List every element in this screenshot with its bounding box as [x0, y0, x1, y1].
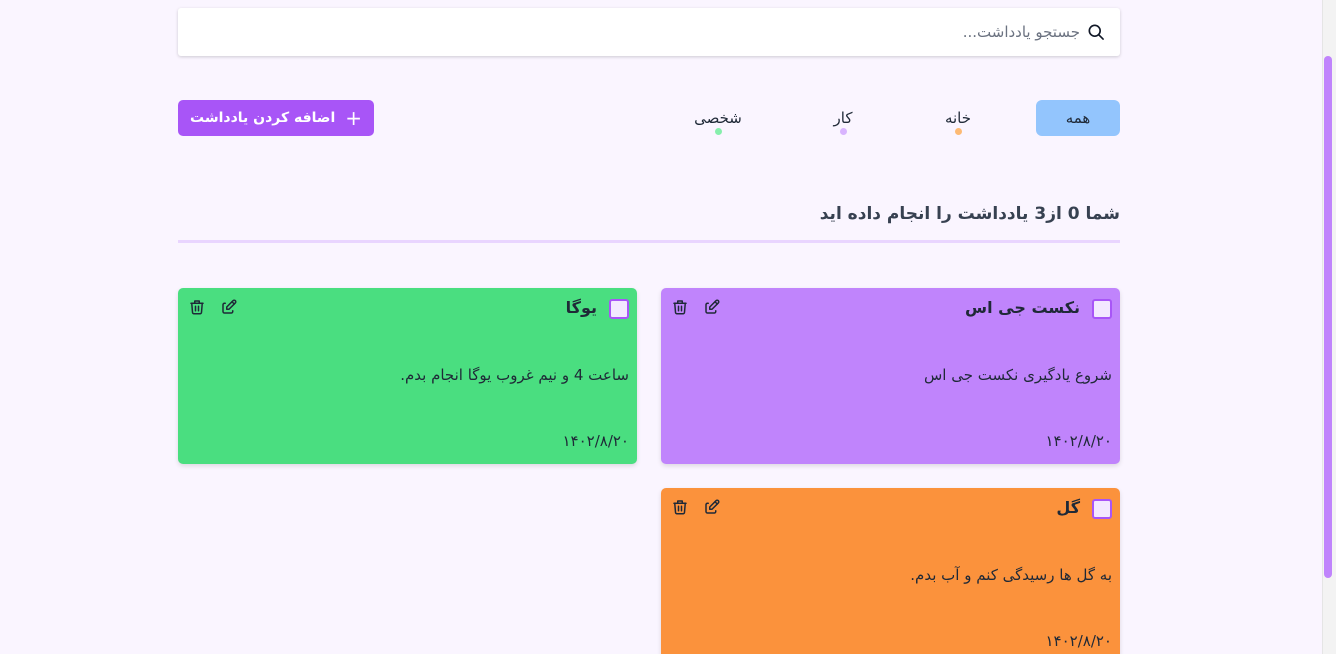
search-icon[interactable]	[1086, 22, 1106, 42]
trash-icon[interactable]	[188, 298, 206, 316]
add-note-button[interactable]: + اضافه کردن یادداشت	[178, 100, 374, 136]
filter-tab-personal-label: شخصی	[694, 109, 742, 127]
filter-tab-work-label: کار	[833, 109, 853, 127]
edit-icon[interactable]	[703, 298, 721, 316]
divider	[178, 240, 1120, 243]
note-title: نکست جی اس	[965, 298, 1080, 317]
work-category-dot	[840, 128, 847, 135]
edit-icon[interactable]	[703, 498, 721, 516]
filter-tab-all-label: همه	[1065, 109, 1091, 127]
edit-icon[interactable]	[220, 298, 238, 316]
search-bar	[178, 8, 1120, 56]
filter-tab-work[interactable]: کار	[818, 100, 868, 136]
note-actions	[671, 498, 721, 516]
note-title: یوگا	[565, 298, 597, 317]
note-card: یوگا ساعت 4 و نیم غروب یوگا انجام بدم. ۱…	[178, 288, 637, 464]
note-body: به گل ها رسیدگی کنم و آب بدم.	[910, 566, 1112, 584]
note-complete-checkbox[interactable]	[1092, 499, 1112, 519]
trash-icon[interactable]	[671, 298, 689, 316]
search-input[interactable]	[178, 22, 1082, 42]
filter-tab-all[interactable]: همه	[1036, 100, 1120, 136]
notes-app: همه خانه کار شخصی + اضافه کردن یادداشت ش…	[0, 0, 1336, 654]
note-date: ۱۴۰۲/۸/۲۰	[1045, 432, 1112, 450]
note-title: گل	[1056, 498, 1080, 517]
note-date: ۱۴۰۲/۸/۲۰	[1045, 632, 1112, 650]
note-body: ساعت 4 و نیم غروب یوگا انجام بدم.	[400, 366, 629, 384]
filter-tab-personal[interactable]: شخصی	[688, 100, 748, 136]
note-card: نکست جی اس شروع یادگیری نکست جی اس ۱۴۰۲/…	[661, 288, 1120, 464]
completion-summary: شما 0 از3 یادداشت را انجام داده اید	[819, 204, 1120, 224]
add-note-label: اضافه کردن یادداشت	[190, 110, 336, 126]
filter-tab-home-label: خانه	[944, 109, 972, 127]
home-category-dot	[955, 128, 962, 135]
trash-icon[interactable]	[671, 498, 689, 516]
plus-icon: +	[345, 106, 363, 130]
note-actions	[188, 298, 238, 316]
note-card: گل به گل ها رسیدگی کنم و آب بدم. ۱۴۰۲/۸/…	[661, 488, 1120, 654]
note-actions	[671, 298, 721, 316]
note-body: شروع یادگیری نکست جی اس	[923, 366, 1112, 384]
note-complete-checkbox[interactable]	[609, 299, 629, 319]
filter-tab-home[interactable]: خانه	[930, 100, 986, 136]
note-date: ۱۴۰۲/۸/۲۰	[562, 432, 629, 450]
scrollbar-thumb[interactable]	[1324, 56, 1332, 578]
note-complete-checkbox[interactable]	[1092, 299, 1112, 319]
personal-category-dot	[715, 128, 722, 135]
